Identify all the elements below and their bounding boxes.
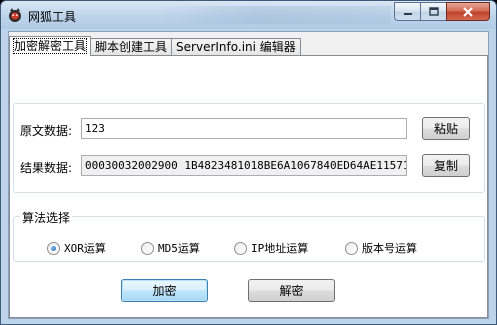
close-icon — [463, 6, 473, 17]
radio-label: 版本号运算 — [362, 242, 417, 255]
client-area: 加密解密工具 脚本创建工具 ServerInfo.ini 编辑器 原文数据: 1… — [8, 31, 489, 319]
result-data-label: 结果数据: — [20, 161, 73, 175]
minimize-icon — [403, 12, 412, 15]
radio-label: XOR运算 — [64, 242, 106, 255]
decrypt-button[interactable]: 解密 — [248, 279, 335, 302]
encrypt-button[interactable]: 加密 — [121, 279, 208, 302]
radio-indicator — [345, 241, 358, 255]
radio-label: IP地址运算 — [251, 242, 309, 255]
maximize-icon — [428, 7, 439, 16]
close-button[interactable] — [446, 2, 490, 21]
tab-label: 加密解密工具 — [12, 38, 88, 54]
tab-label: ServerInfo.ini 编辑器 — [176, 40, 296, 54]
radio-md5[interactable]: MD5运算 — [141, 240, 200, 256]
tab-label: 脚本创建工具 — [95, 40, 168, 54]
radio-ip-address[interactable]: IP地址运算 — [234, 240, 308, 256]
radio-indicator — [47, 241, 60, 255]
source-data-label: 原文数据: — [20, 124, 73, 138]
radio-indicator — [141, 241, 154, 255]
radio-label: MD5运算 — [158, 242, 200, 255]
tab-encrypt-decrypt[interactable]: 加密解密工具 — [9, 36, 92, 56]
tab-strip: 加密解密工具 脚本创建工具 ServerInfo.ini 编辑器 — [9, 36, 301, 56]
source-data-input[interactable]: 123 — [81, 118, 407, 139]
data-group: 原文数据: 123 粘贴 结果数据: 00030032002900 1B4823… — [13, 103, 485, 193]
copy-button[interactable]: 复制 — [422, 154, 470, 177]
title-bar[interactable]: 网狐工具 — [1, 1, 496, 29]
title-bar-background — [161, 6, 391, 24]
caption-buttons — [394, 2, 490, 21]
tab-serverinfo-editor[interactable]: ServerInfo.ini 编辑器 — [171, 38, 301, 56]
tab-script-creator[interactable]: 脚本创建工具 — [90, 38, 173, 56]
radio-indicator — [234, 241, 247, 255]
paste-button[interactable]: 粘贴 — [422, 117, 470, 140]
app-window: 网狐工具 加密解密工具 脚本创建工具 ServerInfo.ini 编辑器 原文… — [0, 0, 497, 325]
algorithm-group: 算法选择 XOR运算 MD5运算 IP地址运算 版本号运算 — [13, 209, 485, 262]
radio-version[interactable]: 版本号运算 — [345, 240, 417, 256]
result-data-field[interactable]: 00030032002900 1B4823481018BE6A1067840ED… — [81, 155, 407, 176]
window-title: 网狐工具 — [28, 10, 77, 24]
radio-xor[interactable]: XOR运算 — [47, 240, 106, 256]
algorithm-group-title: 算法选择 — [20, 209, 73, 226]
maximize-button[interactable] — [420, 2, 446, 21]
minimize-button[interactable] — [394, 2, 420, 21]
tab-panel: 原文数据: 123 粘贴 结果数据: 00030032002900 1B4823… — [9, 55, 488, 318]
app-logo-icon — [9, 8, 21, 22]
